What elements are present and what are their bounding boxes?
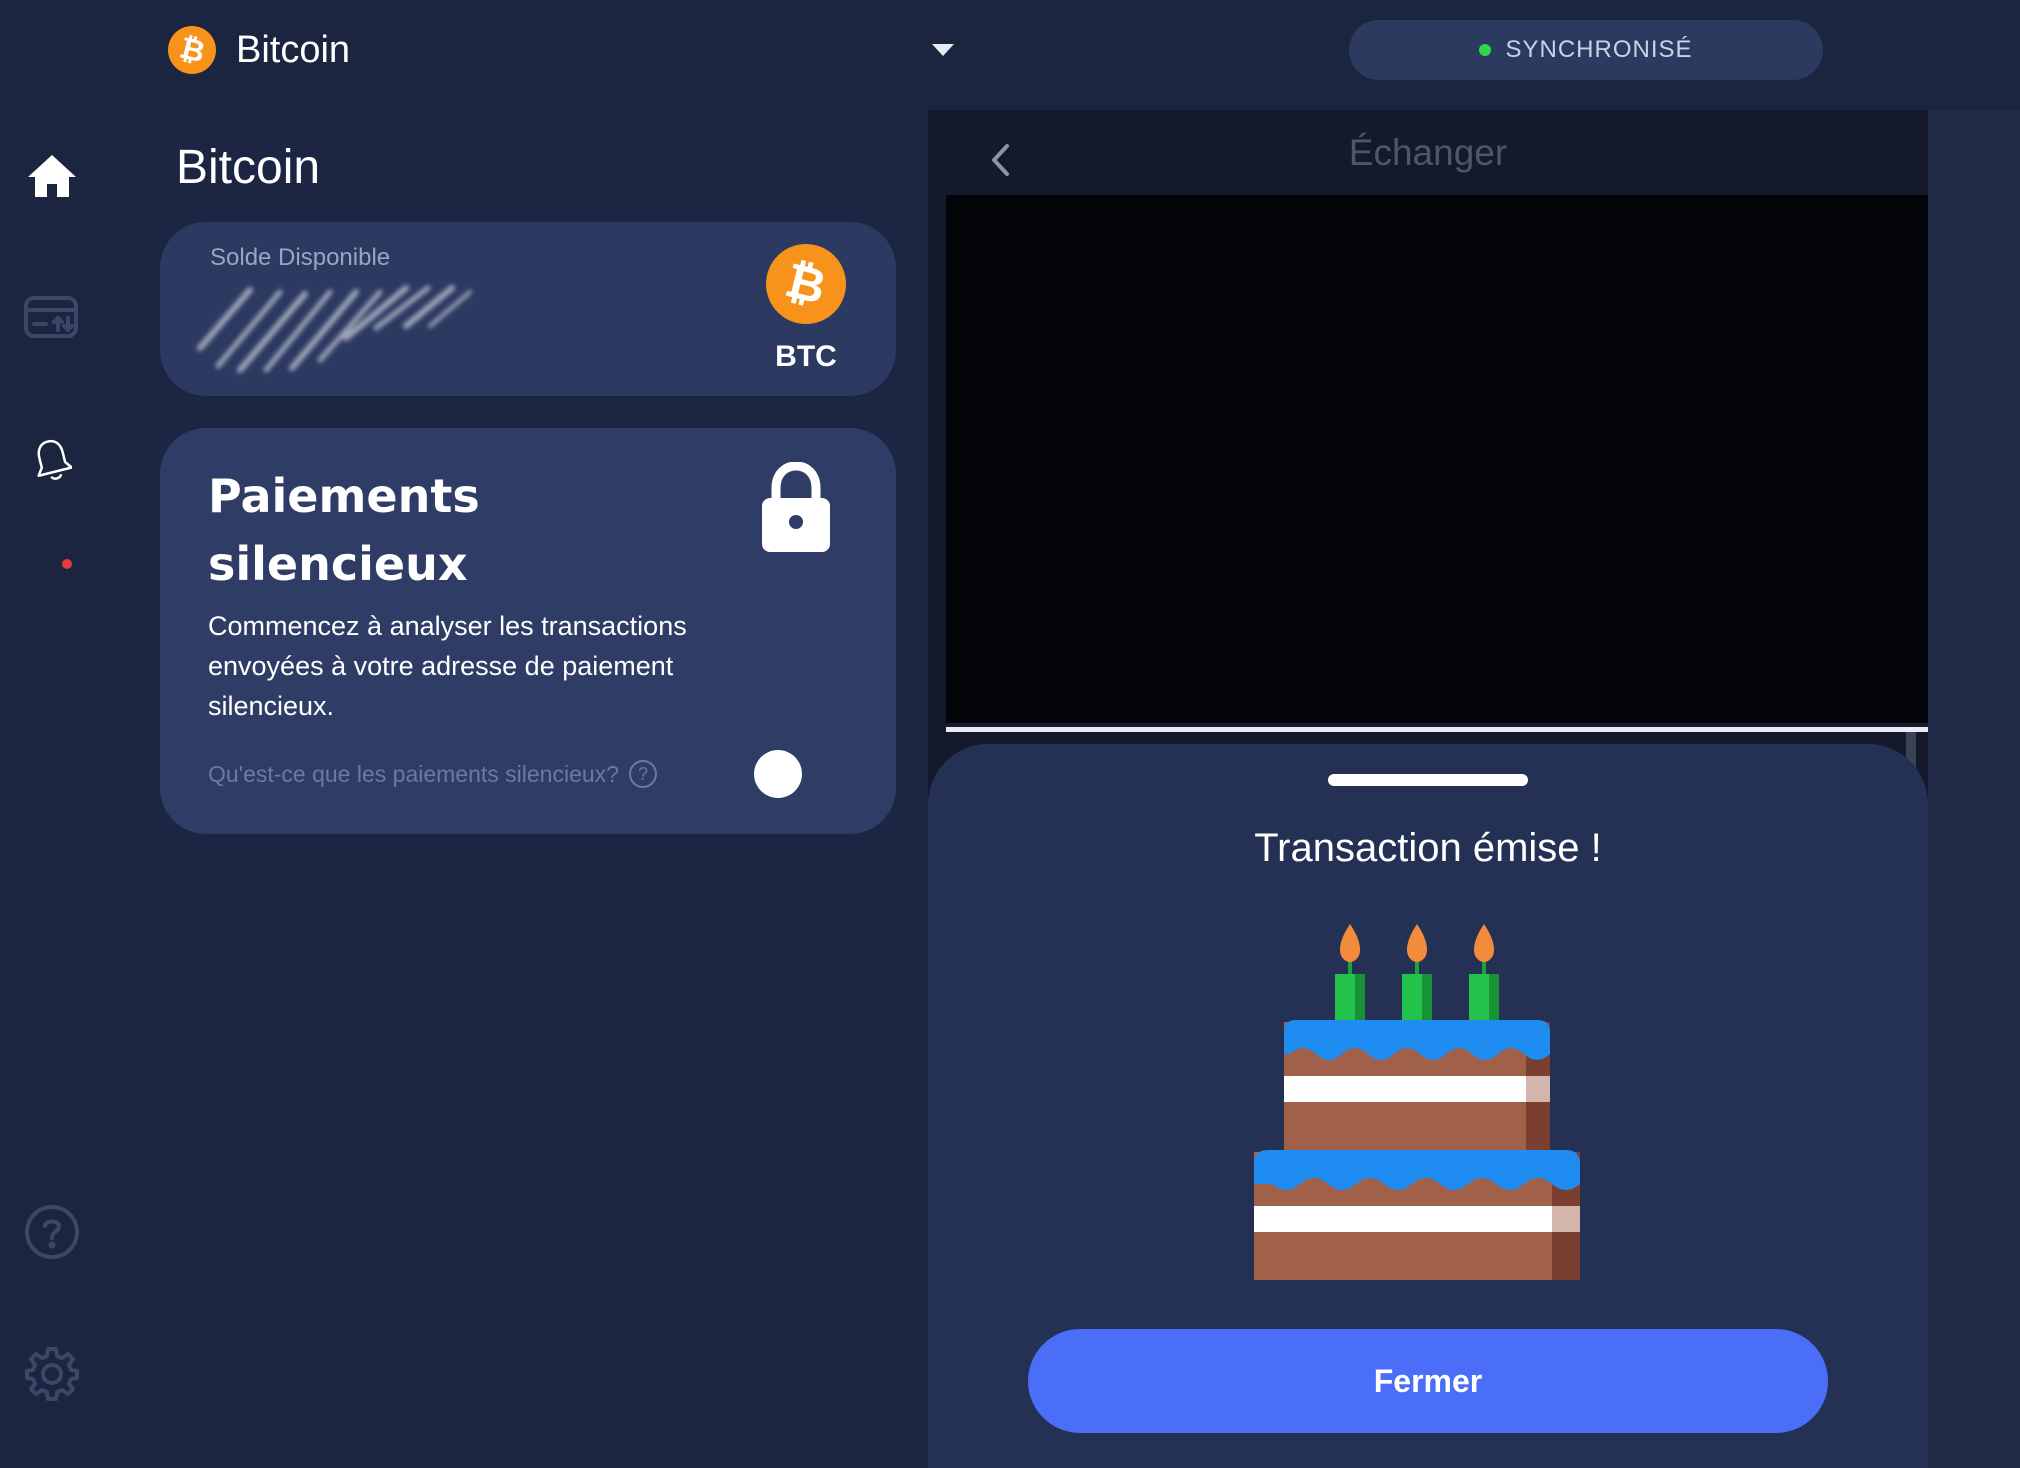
sync-status-dot-icon xyxy=(1479,44,1492,56)
exchange-panel: Échanger Transaction émise ! Fermer xyxy=(928,110,1928,1468)
lock-icon xyxy=(762,462,830,552)
wallet-dropdown-chevron-icon[interactable] xyxy=(928,38,958,62)
hidden-balance-blur[interactable] xyxy=(180,278,490,378)
silent-payments-help-text[interactable]: Qu'est-ce que les paiements silencieux? xyxy=(208,761,619,788)
top-bar: ₿ Bitcoin SYNCHRONISÉ xyxy=(0,0,2020,110)
sync-status-text: SYNCHRONISÉ xyxy=(1505,36,1693,63)
side-nav xyxy=(0,110,128,1468)
sheet-drag-handle[interactable] xyxy=(1328,774,1528,786)
bell-icon[interactable] xyxy=(20,428,84,492)
notification-badge xyxy=(62,559,72,569)
silent-payments-card: Paiements silencieux Commencez à analyse… xyxy=(160,428,896,834)
help-icon[interactable] xyxy=(20,1200,84,1264)
exchange-title: Échanger xyxy=(1348,132,1508,173)
right-margin xyxy=(1928,110,2020,1468)
page-title: Bitcoin xyxy=(176,141,321,194)
bitcoin-logo-symbol: ₿ xyxy=(175,30,209,70)
bitcoin-coin-icon: ₿ xyxy=(766,244,846,324)
bitcoin-logo-icon: ₿ xyxy=(168,26,216,74)
silent-payments-title: Paiements silencieux xyxy=(208,469,480,591)
divider xyxy=(946,727,1928,732)
wallet-name[interactable]: Bitcoin xyxy=(236,26,350,74)
silent-payments-description: Commencez à analyser les transactions en… xyxy=(208,611,687,721)
silent-payments-toggle[interactable] xyxy=(754,748,850,800)
exchange-webview xyxy=(946,195,1928,723)
bitcoin-coin-symbol: ₿ xyxy=(780,252,832,316)
silent-payments-help-link[interactable]: Qu'est-ce que les paiements silencieux? … xyxy=(208,760,657,788)
gear-icon[interactable] xyxy=(20,1342,84,1406)
close-button[interactable]: Fermer xyxy=(1028,1329,1828,1433)
balance-card[interactable]: Solde Disponible ₿ BTC xyxy=(160,222,896,396)
currency-ticker: BTC xyxy=(775,340,837,373)
balance-label: Solde Disponible xyxy=(210,244,391,271)
sync-status-badge: SYNCHRONISÉ xyxy=(1349,20,1823,80)
birthday-cake-icon xyxy=(1254,924,1580,1280)
transaction-sheet: Transaction émise ! Fermer xyxy=(928,744,1928,1468)
home-icon[interactable] xyxy=(20,144,84,208)
wallet-dashboard: Bitcoin Solde Disponible ₿ BTC Paiements… xyxy=(128,110,928,1468)
question-circle-icon[interactable]: ? xyxy=(628,760,657,788)
toggle-knob xyxy=(754,750,802,798)
sheet-title: Transaction émise ! xyxy=(1254,826,1602,870)
card-transfer-icon[interactable] xyxy=(20,286,84,350)
